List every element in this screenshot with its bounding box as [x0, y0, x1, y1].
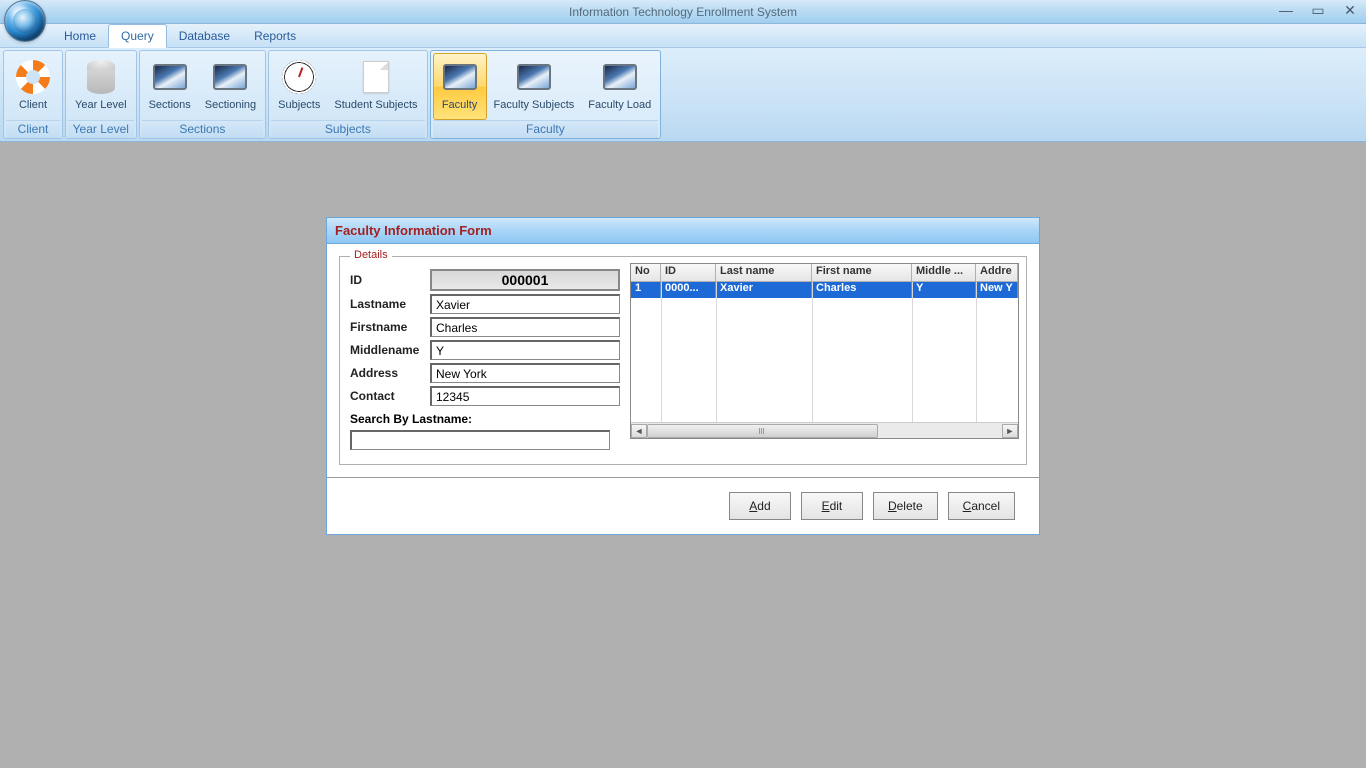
- document-icon: [356, 57, 396, 97]
- ribbon-sections-button[interactable]: Sections: [142, 53, 198, 120]
- horizontal-scrollbar[interactable]: ◄ ►: [631, 422, 1018, 438]
- ribbon-group-faculty-label: Faculty: [433, 120, 659, 138]
- search-label: Search By Lastname:: [350, 412, 620, 426]
- content-area: Faculty Information Form Details ID 0000…: [0, 142, 1366, 768]
- details-legend: Details: [350, 249, 392, 261]
- address-input[interactable]: [430, 363, 620, 383]
- ribbon-faculty-label: Faculty: [442, 99, 477, 111]
- ribbon-sectioning-button[interactable]: Sectioning: [198, 53, 263, 120]
- monitor-icon: [210, 57, 250, 97]
- ribbon-sectioning-label: Sectioning: [205, 99, 256, 111]
- col-id[interactable]: ID: [661, 264, 716, 282]
- ribbon-faculty-subjects-label: Faculty Subjects: [494, 99, 575, 111]
- ribbon-group-client: Client Client: [3, 50, 63, 139]
- cell-firstname: Charles: [812, 282, 912, 298]
- cell-lastname: Xavier: [716, 282, 812, 298]
- menu-query[interactable]: Query: [108, 24, 167, 48]
- middlename-input[interactable]: [430, 340, 620, 360]
- cell-address: New Y: [976, 282, 1018, 298]
- col-address[interactable]: Addre: [976, 264, 1018, 282]
- firstname-input[interactable]: [430, 317, 620, 337]
- ribbon-faculty-button[interactable]: Faculty: [433, 53, 487, 120]
- cell-no: 1: [631, 282, 661, 298]
- cell-middlename: Y: [912, 282, 976, 298]
- monitor-icon: [440, 57, 480, 97]
- monitor-icon: [600, 57, 640, 97]
- col-no[interactable]: No: [631, 264, 661, 282]
- monitor-icon: [150, 57, 190, 97]
- scroll-thumb[interactable]: [647, 424, 878, 438]
- ribbon-sections-label: Sections: [149, 99, 191, 111]
- form-title: Faculty Information Form: [327, 218, 1039, 244]
- table-row[interactable]: 1 0000... Xavier Charles Y New Y: [631, 282, 1018, 298]
- cancel-button[interactable]: Cancel: [948, 492, 1015, 520]
- close-button[interactable]: ✕: [1342, 2, 1358, 19]
- clock-icon: [279, 57, 319, 97]
- ribbon-faculty-load-button[interactable]: Faculty Load: [581, 53, 658, 120]
- ribbon-client-button[interactable]: Client: [6, 53, 60, 120]
- contact-label: Contact: [350, 389, 430, 403]
- ribbon-group-yearlevel-label: Year Level: [68, 120, 134, 138]
- scroll-right-button[interactable]: ►: [1002, 424, 1018, 438]
- ribbon-faculty-load-label: Faculty Load: [588, 99, 651, 111]
- ribbon-group-client-label: Client: [6, 120, 60, 138]
- menu-database[interactable]: Database: [167, 25, 242, 47]
- button-bar: Add Edit Delete Cancel: [327, 477, 1039, 534]
- faculty-form-panel: Faculty Information Form Details ID 0000…: [326, 217, 1040, 535]
- ribbon: Client Client Year Level Year Level Sect…: [0, 48, 1366, 142]
- app-orb[interactable]: [4, 0, 48, 44]
- delete-button[interactable]: Delete: [873, 492, 938, 520]
- ribbon-yearlevel-label: Year Level: [75, 99, 127, 111]
- table-header: No ID Last name First name Middle ... Ad…: [631, 264, 1018, 282]
- ribbon-subjects-label: Subjects: [278, 99, 320, 111]
- ribbon-student-subjects-label: Student Subjects: [334, 99, 417, 111]
- lastname-label: Lastname: [350, 297, 430, 311]
- ribbon-yearlevel-button[interactable]: Year Level: [68, 53, 134, 120]
- menubar: Home Query Database Reports: [0, 24, 1366, 48]
- ribbon-client-label: Client: [19, 99, 47, 111]
- ribbon-group-yearlevel: Year Level Year Level: [65, 50, 137, 139]
- ribbon-faculty-subjects-button[interactable]: Faculty Subjects: [487, 53, 582, 120]
- col-lastname[interactable]: Last name: [716, 264, 812, 282]
- lastname-input[interactable]: [430, 294, 620, 314]
- add-button[interactable]: Add: [729, 492, 791, 520]
- col-middlename[interactable]: Middle ...: [912, 264, 976, 282]
- address-label: Address: [350, 366, 430, 380]
- scroll-left-button[interactable]: ◄: [631, 424, 647, 438]
- search-input[interactable]: [350, 430, 610, 450]
- faculty-table[interactable]: No ID Last name First name Middle ... Ad…: [630, 263, 1019, 439]
- middlename-label: Middlename: [350, 343, 430, 357]
- ribbon-student-subjects-button[interactable]: Student Subjects: [327, 53, 424, 120]
- ribbon-group-subjects-label: Subjects: [271, 120, 424, 138]
- minimize-button[interactable]: —: [1278, 2, 1294, 19]
- id-label: ID: [350, 273, 430, 287]
- ribbon-group-sections: Sections Sectioning Sections: [139, 50, 267, 139]
- ribbon-group-sections-label: Sections: [142, 120, 264, 138]
- ribbon-group-subjects: Subjects Student Subjects Subjects: [268, 50, 427, 139]
- menu-reports[interactable]: Reports: [242, 25, 308, 47]
- ribbon-subjects-button[interactable]: Subjects: [271, 53, 327, 120]
- id-display: 000001: [430, 269, 620, 291]
- firstname-label: Firstname: [350, 320, 430, 334]
- menu-home[interactable]: Home: [52, 25, 108, 47]
- database-icon: [81, 57, 121, 97]
- contact-input[interactable]: [430, 386, 620, 406]
- col-firstname[interactable]: First name: [812, 264, 912, 282]
- maximize-button[interactable]: ▭: [1310, 2, 1326, 19]
- window-title: Information Technology Enrollment System: [0, 5, 1366, 19]
- titlebar: Information Technology Enrollment System…: [0, 0, 1366, 24]
- edit-button[interactable]: Edit: [801, 492, 863, 520]
- app-window: Information Technology Enrollment System…: [0, 0, 1366, 768]
- cell-id: 0000...: [661, 282, 716, 298]
- lifebuoy-icon: [13, 57, 53, 97]
- ribbon-group-faculty: Faculty Faculty Subjects Faculty Load Fa…: [430, 50, 662, 139]
- monitor-icon: [514, 57, 554, 97]
